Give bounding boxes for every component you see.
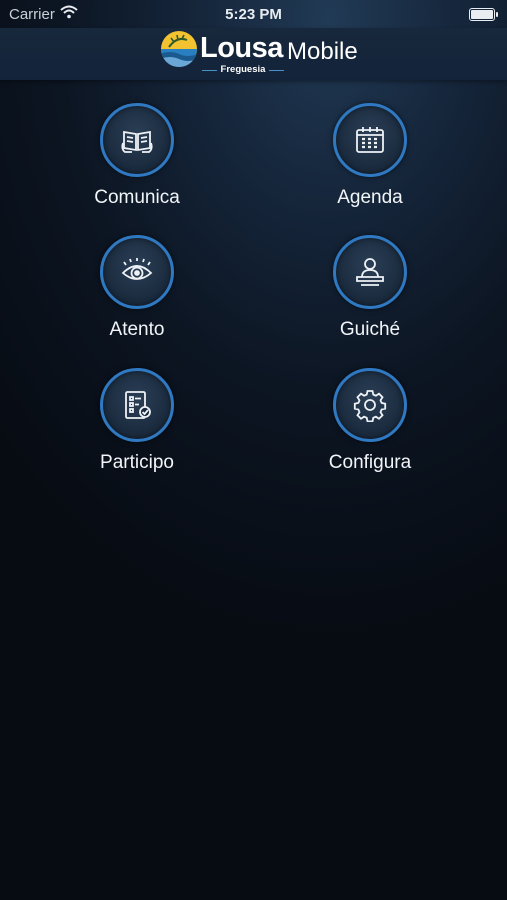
menu-button-circle[interactable] <box>100 368 174 442</box>
menu-label-comunica[interactable]: Comunica <box>37 187 237 209</box>
menu-item-agenda[interactable]: Agenda <box>270 103 470 223</box>
calendar-icon <box>356 127 384 153</box>
menu-label-configura[interactable]: Configura <box>270 452 470 474</box>
open-book-icon <box>121 130 153 153</box>
logo-tagline: Freguesia <box>202 64 284 75</box>
app-header: Lousa Mobile Freguesia <box>0 28 507 80</box>
logo-subtitle: Mobile <box>287 38 358 65</box>
menu-button-circle[interactable] <box>333 103 407 177</box>
person-counter-icon <box>356 258 384 286</box>
menu-label-atento[interactable]: Atento <box>37 319 237 341</box>
menu-label-agenda[interactable]: Agenda <box>270 187 470 209</box>
menu-item-configura[interactable]: Configura <box>270 368 470 488</box>
menu-item-participo[interactable]: Participo <box>37 368 237 488</box>
logo-title: Lousa <box>200 32 283 64</box>
menu-label-guiche[interactable]: Guiché <box>270 319 470 341</box>
menu-item-atento[interactable]: Atento <box>37 235 237 355</box>
checklist-icon <box>125 391 151 419</box>
logo-emblem-icon <box>161 31 197 67</box>
menu-button-circle[interactable] <box>100 103 174 177</box>
menu-button-circle[interactable] <box>333 368 407 442</box>
status-time: 5:23 PM <box>225 6 282 23</box>
battery-icon <box>469 8 498 21</box>
status-bar: Carrier 5:23 PM <box>0 0 507 28</box>
menu-item-comunica[interactable]: Comunica <box>37 103 237 223</box>
menu-button-circle[interactable] <box>100 235 174 309</box>
gear-icon <box>353 390 387 422</box>
menu-button-circle[interactable] <box>333 235 407 309</box>
menu-item-guiche[interactable]: Guiché <box>270 235 470 355</box>
eye-icon <box>121 258 153 280</box>
app-logo: Lousa Mobile Freguesia <box>160 30 360 76</box>
menu-label-participo[interactable]: Participo <box>37 452 237 474</box>
